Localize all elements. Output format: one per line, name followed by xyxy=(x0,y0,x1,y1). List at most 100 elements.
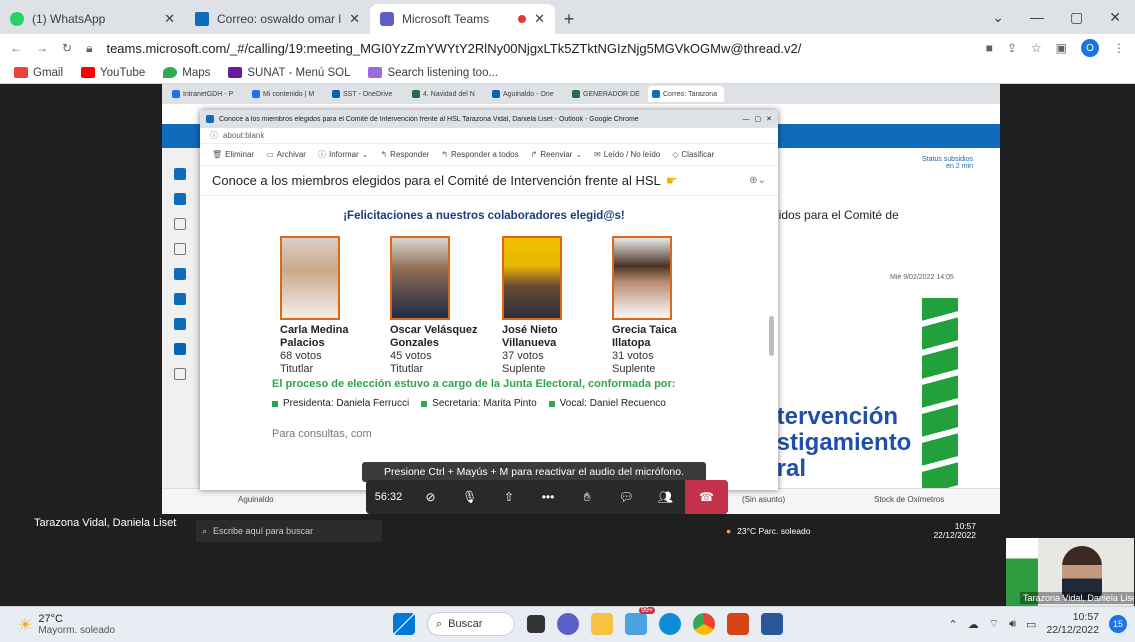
action-label: Informar xyxy=(328,150,359,159)
forward-button[interactable]: ↱ Reenviar ⌄ xyxy=(531,150,582,159)
junta-member: Presidenta: Daniela Ferrucci xyxy=(272,398,409,409)
bookmark-star-icon[interactable]: ☆ xyxy=(1031,41,1042,55)
raise-hand-button[interactable]: ✋︎ xyxy=(568,480,607,514)
more-button[interactable]: ••• xyxy=(528,480,567,514)
bookmark-youtube[interactable]: YouTube xyxy=(81,67,145,79)
banner-line: ntervención xyxy=(762,403,899,430)
close-button[interactable]: ✕ xyxy=(766,115,772,123)
delete-button[interactable]: 🗑︎ Eliminar xyxy=(212,150,254,159)
read-unread-button[interactable]: ✉︎ Leído / No leído xyxy=(594,150,660,159)
windows-taskbar: ☀︎ 27°C Mayorm. soleado ⌕ Buscar 99+ ⌃ ☁︎… xyxy=(0,606,1135,642)
report-button[interactable]: ⓘ Informar ⌄ xyxy=(318,149,369,160)
junta-member: Vocal: Daniel Recuenco xyxy=(548,398,666,409)
close-icon[interactable]: ✕ xyxy=(534,11,545,27)
envelope-icon: ✉︎ xyxy=(594,150,601,159)
close-window-button[interactable]: ✕ xyxy=(1109,9,1121,26)
new-tab-button[interactable]: + xyxy=(555,4,583,34)
categorize-button[interactable]: ◇ Clasificar xyxy=(672,150,714,159)
tab-whatsapp[interactable]: (1) WhatsApp ✕ xyxy=(0,4,185,34)
share-screen-button[interactable]: ⇧ xyxy=(489,480,528,514)
menu-icon[interactable]: ⋮ xyxy=(1113,41,1125,55)
excel-icon xyxy=(412,90,420,98)
store-icon[interactable]: 99+ xyxy=(625,607,655,635)
wifi-icon[interactable]: ⌔ xyxy=(989,617,999,631)
start-icon[interactable] xyxy=(393,613,415,635)
task-view-icon[interactable] xyxy=(527,615,545,633)
popup-url: about:blank xyxy=(223,131,265,140)
camera-icon[interactable]: ■ xyxy=(986,41,993,55)
camera-off-button[interactable]: ⊘ xyxy=(411,480,450,514)
file-explorer-icon[interactable] xyxy=(591,613,613,635)
zoom-icon[interactable]: ⊕⌄ xyxy=(749,175,766,186)
back-icon[interactable]: ← xyxy=(10,41,22,55)
reply-button[interactable]: ↰ Responder xyxy=(380,150,429,159)
action-label: Responder xyxy=(390,150,430,159)
browser-tab-strip: (1) WhatsApp ✕ Correo: oswaldo omar lama… xyxy=(0,0,1135,34)
taskbar-search[interactable]: ⌕ Buscar xyxy=(427,612,515,636)
calendar-icon xyxy=(174,193,186,205)
scrollbar[interactable] xyxy=(769,316,774,356)
shared-tab-label: 4. Navidad del N xyxy=(423,90,475,98)
battery-icon[interactable]: ▭ xyxy=(1026,618,1036,631)
email-popup-window: Conoce a los miembros elegidos para el C… xyxy=(200,110,778,490)
reload-icon[interactable]: ↻ xyxy=(62,41,72,55)
sidepanel-icon[interactable]: ▣ xyxy=(1056,41,1067,55)
edge-icon[interactable] xyxy=(659,613,681,635)
minimize-button[interactable]: — xyxy=(743,116,750,123)
close-icon[interactable]: ✕ xyxy=(164,11,175,27)
maps-icon xyxy=(163,67,178,78)
minimize-button[interactable]: — xyxy=(1030,9,1044,25)
todo-icon xyxy=(174,268,186,280)
onedrive-icon[interactable]: ☁︎ xyxy=(968,618,979,631)
bookmark-sunat[interactable]: SUNAT - Menú SOL xyxy=(228,67,350,79)
bookmark-search-listening[interactable]: Search listening too... xyxy=(368,67,498,79)
hang-up-button[interactable]: ☎︎ xyxy=(684,480,728,514)
maximize-button[interactable]: ▢ xyxy=(755,115,762,123)
volume-icon[interactable]: 🔊︎ xyxy=(1009,618,1016,631)
bookmark-gmail[interactable]: Gmail xyxy=(14,67,63,79)
participant-video[interactable]: Tarazona Vidal, Daniela Liset xyxy=(1006,538,1134,606)
candidate-photo xyxy=(612,236,672,320)
email-body: ¡Felicitaciones a nuestros colaboradores… xyxy=(200,196,778,470)
reply-all-button[interactable]: ↰ Responder a todos xyxy=(441,150,518,159)
taskbar-clock[interactable]: 10:57 22/12/2022 xyxy=(1046,611,1099,637)
attach-icon xyxy=(174,243,186,255)
notification-badge[interactable]: 15 xyxy=(1109,615,1127,633)
profile-avatar[interactable]: O xyxy=(1081,39,1099,57)
chevron-up-icon[interactable]: ⌃ xyxy=(949,618,958,631)
junta-label: Presidenta: Daniela Ferrucci xyxy=(283,398,410,409)
status-sub: en 2 min xyxy=(946,163,973,170)
folder-aguinaldo: Aguinaldo xyxy=(238,495,274,504)
close-icon[interactable]: ✕ xyxy=(349,11,360,27)
tab-teams[interactable]: Microsoft Teams ✕ xyxy=(370,4,555,34)
email-action-bar: 🗑︎ Eliminar ▭ Archivar ⓘ Informar ⌄ ↰ Respond… xyxy=(200,144,778,166)
restore-button[interactable]: ▢ xyxy=(1070,9,1083,26)
teams-chat-icon[interactable] xyxy=(557,613,579,635)
tab-correo[interactable]: Correo: oswaldo omar lamas rios ✕ xyxy=(185,4,370,34)
subject-fragment: gidos para el Comité de xyxy=(772,208,899,222)
share-icon[interactable]: ⇪ xyxy=(1007,41,1017,55)
bookmark-maps[interactable]: Maps xyxy=(163,67,210,79)
forward-icon[interactable]: → xyxy=(36,41,48,55)
candidate-role: Titutlar xyxy=(280,363,314,375)
outlook-icon xyxy=(206,115,214,123)
chat-button[interactable]: 💬︎ xyxy=(607,480,646,514)
weather-widget[interactable]: ☀︎ 27°C Mayorm. soleado xyxy=(18,613,115,636)
word-icon[interactable] xyxy=(761,613,783,635)
mic-off-button[interactable]: 🎙︎ xyxy=(450,480,489,514)
url-field[interactable]: teams.microsoft.com/_#/calling/19:meetin… xyxy=(106,41,971,56)
popup-titlebar: Conoce a los miembros elegidos para el C… xyxy=(200,110,778,128)
candidate-card: Grecia Taica Illatopa 31 votos Suplente xyxy=(612,236,702,376)
message-date: Mié 9/02/2022 14:05 xyxy=(890,274,954,281)
archive-button[interactable]: ▭ Archivar xyxy=(266,150,306,159)
shared-tab: IntranetGDH - P xyxy=(168,86,244,102)
office-icon[interactable] xyxy=(727,613,749,635)
action-label: Clasificar xyxy=(681,150,715,159)
shared-tab-label: SST - OneDrive xyxy=(343,90,393,98)
tab-search-icon[interactable]: ⌄ xyxy=(992,9,1004,26)
more-icon: ••• xyxy=(541,490,555,504)
chrome-icon[interactable] xyxy=(693,613,715,635)
participants-button[interactable]: 👥︎ xyxy=(646,480,685,514)
tab-label: Correo: oswaldo omar lamas rios xyxy=(217,12,342,26)
status-label: Status subsidios xyxy=(922,156,973,163)
